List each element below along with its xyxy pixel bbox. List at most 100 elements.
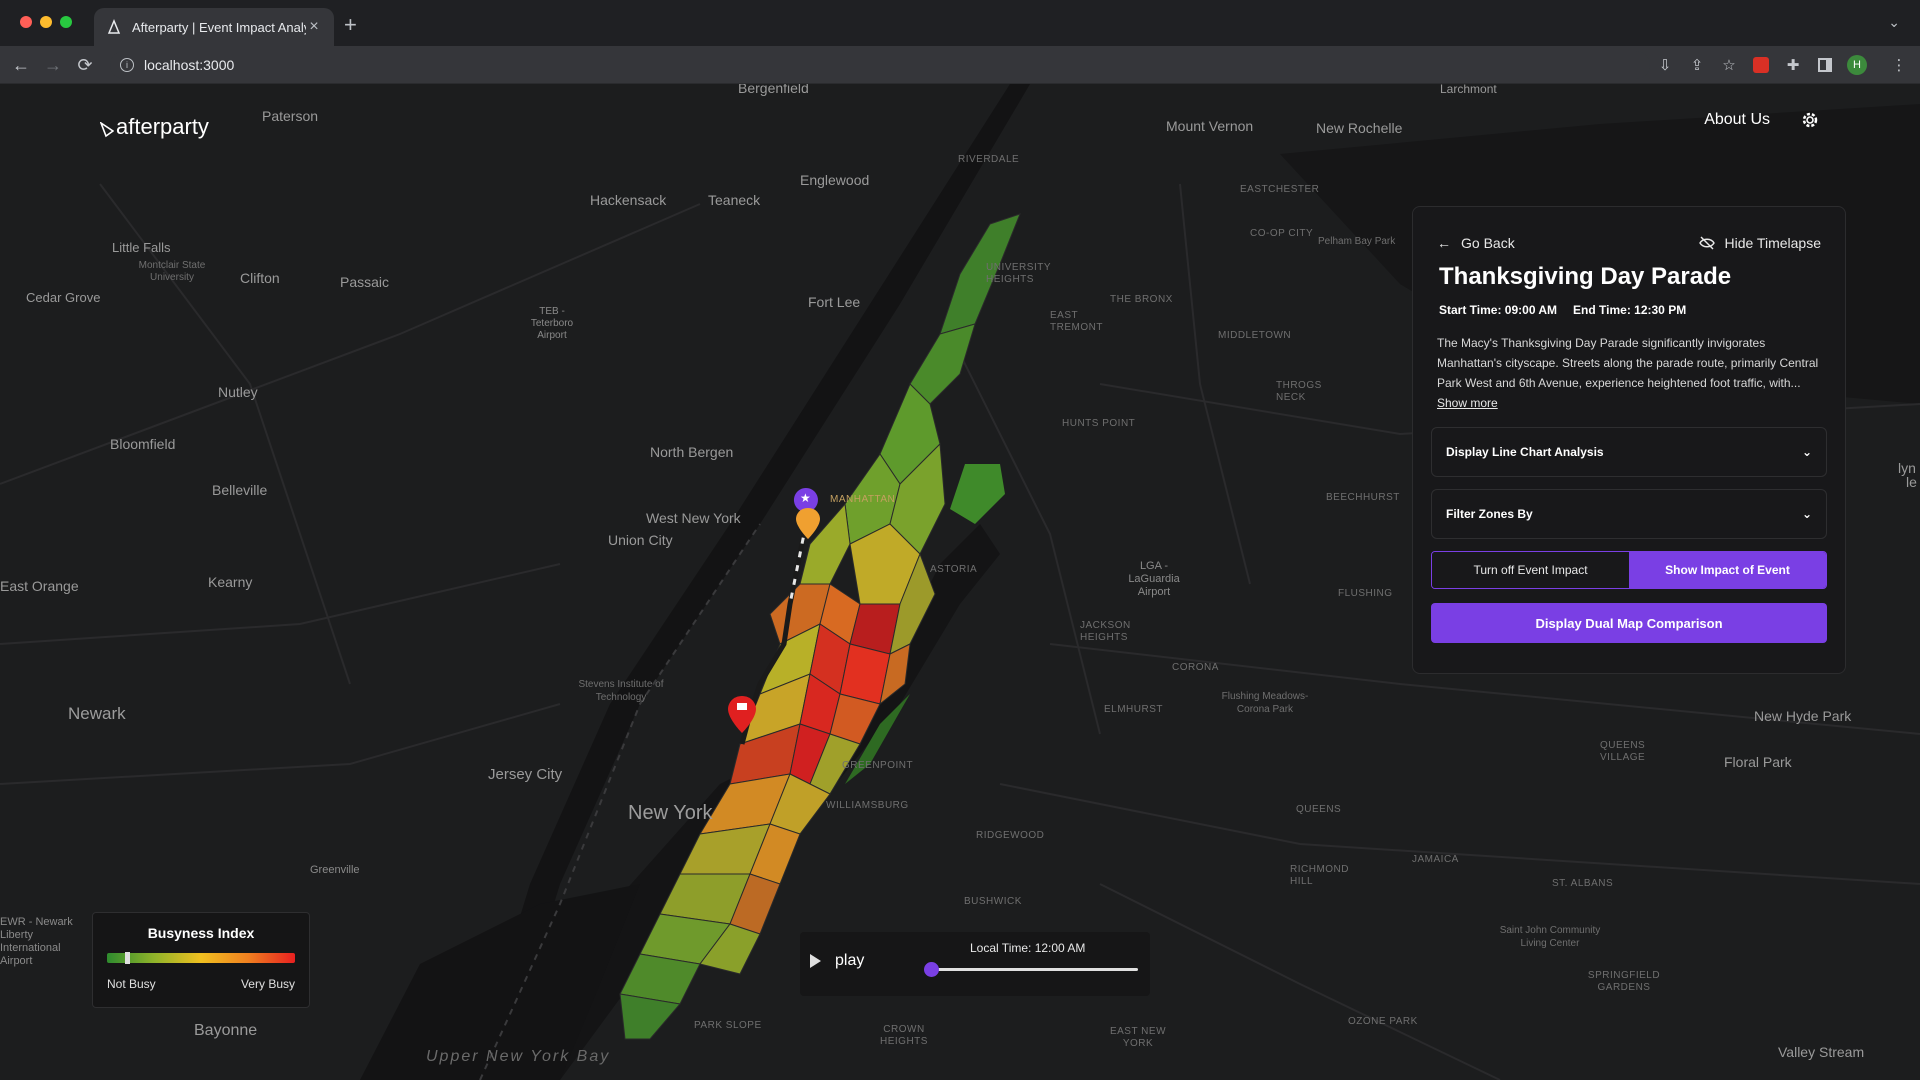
map-label: Pelham Bay Park <box>1318 236 1396 247</box>
browser-tab[interactable]: Afterparty | Event Impact Analy × <box>94 8 334 46</box>
slider-handle[interactable] <box>924 962 939 977</box>
map-label: CO-OP CITY <box>1250 228 1314 239</box>
map-label: JAMAICA <box>1412 854 1459 865</box>
map-label: Flushing Meadows-Corona Park <box>1221 691 1309 715</box>
time-slider[interactable] <box>924 962 1138 977</box>
map-label: ELMHURST <box>1104 704 1164 715</box>
app-logo[interactable]: afterparty <box>100 114 209 140</box>
arrow-left-icon: ← <box>1437 235 1451 251</box>
map-label: North Bergen <box>650 444 734 460</box>
new-tab-button[interactable]: + <box>344 12 357 38</box>
address-bar[interactable]: i localhost:3000 <box>110 51 1650 79</box>
side-panel-icon[interactable] <box>1814 54 1836 76</box>
map-label: BUSHWICK <box>964 896 1022 907</box>
tab-search-icon[interactable]: ⌄ <box>1888 14 1900 31</box>
map-label: Belleville <box>212 482 268 498</box>
map-label: Floral Park <box>1724 754 1792 770</box>
play-button[interactable]: play <box>810 952 864 970</box>
map-label: OZONE PARK <box>1348 1016 1418 1027</box>
hide-timelapse-button[interactable]: Hide Timelapse <box>1698 235 1822 251</box>
map-label: EWR - Newark Liberty International Airpo… <box>0 916 73 967</box>
bookmark-star-icon[interactable]: ☆ <box>1718 54 1740 76</box>
line-chart-label: Display Line Chart Analysis <box>1446 445 1604 459</box>
extensions-puzzle-icon[interactable]: ✚ <box>1782 54 1804 76</box>
legend-marker <box>125 952 130 964</box>
browser-menu-icon[interactable]: ⋮ <box>1888 54 1910 76</box>
maximize-window-button[interactable] <box>60 16 72 28</box>
map-label: Bayonne <box>194 1022 258 1039</box>
map-label: RIDGEWOOD <box>976 830 1045 841</box>
tab-close-icon[interactable]: × <box>306 18 322 36</box>
map-label: Little Falls <box>112 240 171 255</box>
map-label: Nutley <box>218 384 258 400</box>
profile-avatar[interactable]: H <box>1846 54 1868 76</box>
share-icon[interactable]: ⇪ <box>1686 54 1708 76</box>
map-label: LGA - LaGuardia Airport <box>1128 560 1180 598</box>
map-label: ST. ALBANS <box>1552 878 1614 889</box>
map-label: Englewood <box>800 172 870 188</box>
map-label: TEB - Teterboro Airport <box>530 306 574 341</box>
filter-zones-label: Filter Zones By <box>1446 507 1533 521</box>
browser-tab-bar: Afterparty | Event Impact Analy × + ⌄ <box>0 0 1920 46</box>
map-label: WILLIAMSBURG <box>826 800 909 811</box>
close-window-button[interactable] <box>20 16 32 28</box>
map-label: EAST TREMONT <box>1050 310 1103 333</box>
map-label: West New York <box>646 510 741 526</box>
legend-low-label: Not Busy <box>107 977 156 991</box>
map-label: Montclair State University <box>138 260 206 283</box>
party-hat-icon <box>100 122 114 138</box>
top-nav: About Us <box>1704 110 1820 130</box>
map-label: HUNTS POINT <box>1062 418 1136 429</box>
extension-red-icon[interactable] <box>1750 54 1772 76</box>
eye-off-icon <box>1698 236 1715 250</box>
start-time: Start Time: 09:00 AM <box>1439 303 1558 317</box>
map-canvas[interactable]: ★ Bergenfield Paterson Larchmont Mount V… <box>0 84 1920 1080</box>
map-label: EASTCHESTER <box>1240 184 1320 195</box>
map-label: Union City <box>608 532 673 548</box>
map-label: East Orange <box>0 578 79 594</box>
forward-icon[interactable]: → <box>40 52 66 78</box>
local-time: Local Time: 12:00 AM <box>970 941 1086 955</box>
turn-off-impact-button[interactable]: Turn off Event Impact <box>1432 552 1629 588</box>
gear-icon[interactable] <box>1800 110 1820 130</box>
map-label: Saint John Community Living Center <box>1499 925 1601 949</box>
map-label: PARK SLOPE <box>694 1020 762 1031</box>
map-label: Greenville <box>310 864 360 876</box>
svg-text:★: ★ <box>800 491 811 505</box>
install-icon[interactable]: ⇩ <box>1654 54 1676 76</box>
map-label: Stevens Institute of Technology <box>578 679 664 703</box>
map-label: MIDDLETOWN <box>1218 330 1292 341</box>
reload-icon[interactable]: ⟳ <box>72 52 98 78</box>
url-text: localhost:3000 <box>144 57 235 73</box>
hide-timelapse-label: Hide Timelapse <box>1724 235 1822 251</box>
line-chart-accordion[interactable]: Display Line Chart Analysis ⌄ <box>1431 427 1827 477</box>
map-label: BEECHHURST <box>1326 492 1400 503</box>
map-label: Larchmont <box>1440 84 1497 96</box>
map-label: FLUSHING <box>1338 588 1393 599</box>
show-more-link[interactable]: Show more <box>1437 396 1498 410</box>
back-icon[interactable]: ← <box>8 52 34 78</box>
map-label: QUEENS <box>1296 804 1342 815</box>
event-impact-toggle: Turn off Event Impact Show Impact of Eve… <box>1431 551 1827 589</box>
map-label: New Rochelle <box>1316 120 1403 136</box>
minimize-window-button[interactable] <box>40 16 52 28</box>
map-label: SPRINGFIELD GARDENS <box>1587 970 1661 993</box>
legend-gradient <box>107 952 295 964</box>
play-icon <box>810 954 821 968</box>
go-back-label: Go Back <box>1461 235 1515 251</box>
chevron-down-icon: ⌄ <box>1801 507 1812 521</box>
go-back-button[interactable]: ← Go Back <box>1437 235 1515 251</box>
event-title: Thanksgiving Day Parade <box>1439 263 1732 290</box>
legend-title: Busyness Index <box>147 925 255 941</box>
map-label: CORONA <box>1172 662 1219 673</box>
about-us-link[interactable]: About Us <box>1704 111 1770 129</box>
walker-marker[interactable] <box>796 508 820 539</box>
map-label: MANHATTAN <box>830 494 896 505</box>
legend-high-label: Very Busy <box>240 977 295 991</box>
map-label: Newark <box>68 704 126 723</box>
filter-zones-accordion[interactable]: Filter Zones By ⌄ <box>1431 489 1827 539</box>
tab-title: Afterparty | Event Impact Analy <box>132 19 306 35</box>
show-impact-button[interactable]: Show Impact of Event <box>1629 552 1826 588</box>
dual-map-button[interactable]: Display Dual Map Comparison <box>1431 603 1827 643</box>
site-info-icon[interactable]: i <box>120 58 134 72</box>
